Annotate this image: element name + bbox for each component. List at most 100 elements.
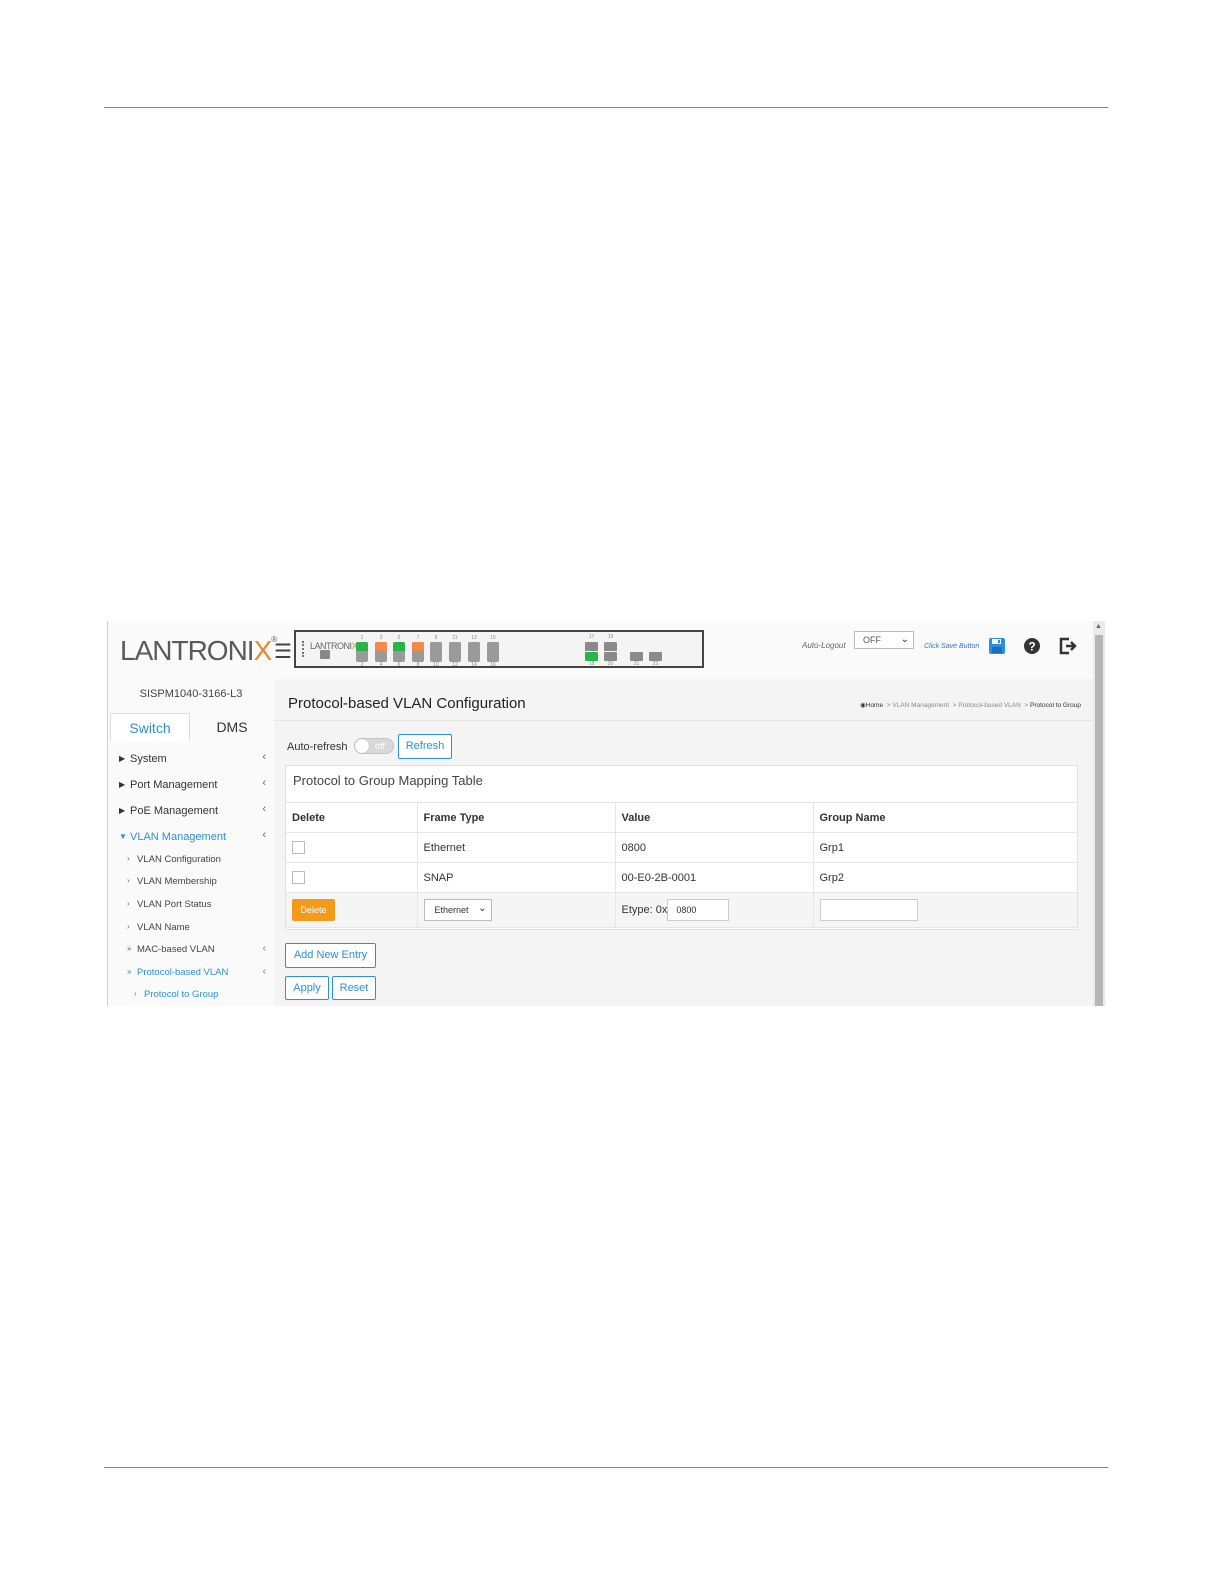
port-number-top: 15 bbox=[490, 635, 496, 641]
frame-type-select[interactable]: Ethernet ⌄ bbox=[423, 899, 492, 921]
auto-refresh-label: Auto-refresh bbox=[287, 741, 348, 753]
delete-new-entry-button[interactable]: Delete bbox=[292, 899, 335, 921]
auto-logout-select[interactable]: OFF ⌄ bbox=[854, 631, 914, 649]
tab-dms[interactable]: DMS bbox=[192, 713, 272, 741]
scrollbar-thumb[interactable] bbox=[1095, 635, 1103, 1006]
breadcrumb: ◉Home > VLAN Management > Protocol-based… bbox=[860, 701, 1081, 709]
table-title: Protocol to Group Mapping Table bbox=[293, 773, 483, 788]
sfp-port[interactable] bbox=[585, 642, 598, 651]
port-number-top: 1 bbox=[360, 635, 364, 641]
switch-port-13[interactable]: 13 14 bbox=[468, 635, 480, 668]
apply-button[interactable]: Apply bbox=[285, 976, 329, 1000]
title-divider bbox=[274, 720, 1093, 721]
panel-logo: LANTRONIX bbox=[310, 641, 358, 651]
sfp-port[interactable] bbox=[649, 652, 662, 661]
switch-port-3[interactable]: 34 bbox=[375, 635, 387, 668]
etype-label: Etype: 0x bbox=[621, 904, 668, 916]
port-number-bottom: 10 bbox=[433, 662, 439, 668]
scroll-up-icon[interactable]: ▲ bbox=[1095, 623, 1102, 630]
sidebar-item-system[interactable]: ▶ System ‹ bbox=[108, 749, 274, 771]
delete-cell: Delete bbox=[286, 892, 418, 928]
menu-toggle-icon[interactable]: ☰ bbox=[274, 639, 292, 664]
delete-checkbox[interactable] bbox=[292, 871, 305, 884]
breadcrumb-home[interactable]: Home bbox=[866, 702, 883, 709]
chevron-right-icon: › bbox=[127, 854, 130, 863]
sidebar-subitem-vlan-port-status[interactable]: › VLAN Port Status bbox=[108, 895, 274, 915]
chevron-left-icon: ‹ bbox=[262, 751, 266, 763]
caret-right-icon: ▶ bbox=[119, 806, 126, 815]
breadcrumb-vlan-management[interactable]: VLAN Management bbox=[892, 702, 949, 709]
frame-type-cell: SNAP bbox=[417, 862, 616, 893]
sidebar: SISPM1040-3166-L3 Switch DMS ▶ System ‹ … bbox=[108, 679, 274, 1006]
sidebar-subitem-mac-based-vlan[interactable]: » MAC-based VLAN ‹ bbox=[108, 940, 274, 960]
sfp-port[interactable] bbox=[585, 652, 598, 661]
sidebar-subitem-protocol-to-group[interactable]: › Protocol to Group bbox=[108, 985, 274, 1005]
save-hint: Click Save Button bbox=[924, 643, 980, 650]
column-header-group-name: Group Name bbox=[813, 803, 1077, 833]
switch-port-7[interactable]: 78 bbox=[412, 635, 424, 668]
tab-switch[interactable]: Switch bbox=[110, 713, 190, 741]
value-cell: 0800 bbox=[615, 832, 814, 863]
logout-icon[interactable] bbox=[1058, 637, 1078, 657]
auto-refresh-toggle[interactable]: off bbox=[354, 738, 394, 754]
breadcrumb-protocol-based-vlan[interactable]: Protocol-based VLAN bbox=[958, 702, 1021, 709]
port-number-bottom: 12 bbox=[452, 662, 458, 668]
main-content: Protocol-based VLAN Configuration ◉Home … bbox=[274, 679, 1093, 1006]
switch-port-1[interactable]: 12 bbox=[356, 635, 368, 668]
sfp-port-number: 19 bbox=[607, 634, 614, 640]
help-icon[interactable]: ? bbox=[1023, 637, 1043, 657]
sfp-port-number: 22 bbox=[652, 661, 659, 667]
save-icon[interactable] bbox=[988, 637, 1008, 657]
chevron-left-icon: ‹ bbox=[262, 966, 266, 977]
lantronix-logo: LANTRONIX® bbox=[120, 635, 277, 667]
sidebar-subitem-label: VLAN Name bbox=[137, 922, 190, 933]
add-new-entry-button[interactable]: Add New Entry bbox=[285, 943, 376, 968]
switch-port-9[interactable]: 9 10 bbox=[430, 635, 442, 668]
group-name-input[interactable] bbox=[819, 899, 918, 921]
svg-text:?: ? bbox=[1028, 640, 1035, 654]
sidebar-item-label: System bbox=[130, 753, 167, 765]
sidebar-subitem-vlan-membership[interactable]: › VLAN Membership bbox=[108, 872, 274, 892]
chevron-right-icon: › bbox=[127, 922, 130, 931]
scrollbar[interactable]: ▲ bbox=[1093, 621, 1105, 1006]
reset-button[interactable]: Reset bbox=[332, 976, 376, 1000]
sfp-port[interactable] bbox=[630, 652, 643, 661]
delete-checkbox[interactable] bbox=[292, 841, 305, 854]
sidebar-subitem-vlan-name[interactable]: › VLAN Name bbox=[108, 918, 274, 938]
sidebar-item-poe-management[interactable]: ▶ PoE Management ‹ bbox=[108, 801, 274, 823]
port-number-top: 11 bbox=[452, 635, 458, 641]
sidebar-item-label: Port Management bbox=[130, 779, 218, 791]
sfp-port[interactable] bbox=[604, 642, 617, 651]
column-header-value: Value bbox=[615, 803, 814, 833]
value-cell: Etype: 0x 0800 bbox=[615, 892, 814, 928]
sfp-port[interactable] bbox=[604, 652, 617, 661]
chevron-down-icon: ⌄ bbox=[478, 903, 487, 914]
frame-type-cell: Ethernet bbox=[417, 832, 616, 863]
sidebar-subitem-label: VLAN Configuration bbox=[137, 854, 221, 865]
port-status-led bbox=[449, 642, 461, 651]
chevron-right-icon: › bbox=[127, 876, 130, 885]
sidebar-item-port-management[interactable]: ▶ Port Management ‹ bbox=[108, 775, 274, 797]
sidebar-subitem-label: MAC-based VLAN bbox=[137, 944, 215, 955]
toggle-state: off bbox=[375, 741, 385, 751]
switch-port-5[interactable]: 56 bbox=[393, 635, 405, 668]
switch-port-11[interactable]: 11 12 bbox=[449, 635, 461, 668]
group-name-cell bbox=[813, 892, 1077, 928]
table-header-row: Delete Frame Type Value Group Name bbox=[286, 803, 1077, 833]
refresh-button[interactable]: Refresh bbox=[398, 734, 452, 759]
sidebar-item-vlan-management[interactable]: ▼ VLAN Management ‹ bbox=[108, 827, 274, 849]
caret-right-icon: ▶ bbox=[119, 754, 126, 763]
sidebar-item-label: VLAN Management bbox=[130, 831, 226, 843]
new-entry-row: Delete Ethernet ⌄ Etype: 0x 0800 bbox=[286, 892, 1077, 928]
caret-down-icon: ▼ bbox=[119, 832, 127, 841]
switch-port-15[interactable]: 15 16 bbox=[487, 635, 499, 668]
sidebar-subitem-vlan-configuration[interactable]: › VLAN Configuration bbox=[108, 850, 274, 870]
delete-cell bbox=[286, 832, 418, 863]
etype-input[interactable]: 0800 bbox=[667, 899, 730, 921]
chevron-left-icon: ‹ bbox=[262, 943, 266, 954]
column-header-delete: Delete bbox=[286, 803, 418, 833]
chevron-left-icon: ‹ bbox=[262, 803, 266, 815]
double-chevron-right-icon: » bbox=[127, 944, 132, 953]
sidebar-subitem-protocol-based-vlan[interactable]: » Protocol-based VLAN ‹ bbox=[108, 963, 274, 983]
port-number-top: 7 bbox=[416, 635, 420, 641]
